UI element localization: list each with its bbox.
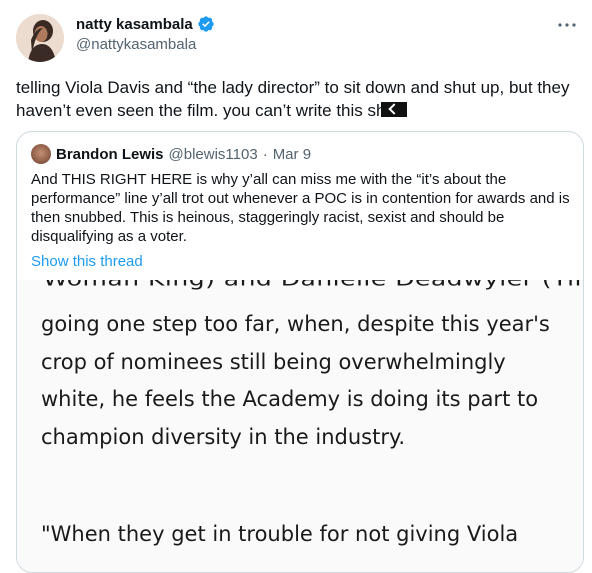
quoted-tweet[interactable]: Brandon Lewis @blewis1103 · Mar 9 And TH… [16, 131, 584, 573]
tweet: natty kasambala @nattykasambala telling … [0, 0, 592, 573]
quoted-tweet-image[interactable]: Woman King) and Danielle Deadwyler (Till… [17, 280, 583, 572]
quoted-tweet-date[interactable]: Mar 9 [273, 146, 311, 163]
author-handle[interactable]: @nattykasambala [76, 36, 215, 53]
author-info: natty kasambala @nattykasambala [76, 13, 215, 53]
author-name[interactable]: natty kasambala [76, 16, 193, 33]
image-article-quote: "When they get in trouble for not giving… [41, 522, 519, 546]
quoted-tweet-text: And THIS RIGHT HERE is why y’all can mis… [31, 171, 570, 245]
image-cut-text-line: Woman King) and Danielle Deadwyler (Till… [43, 280, 583, 290]
tweet-text: telling Viola Davis and “the lady direct… [16, 76, 576, 122]
show-thread-link[interactable]: Show this thread [31, 253, 143, 270]
quoted-author-handle[interactable]: @blewis1103 [169, 146, 258, 163]
quoted-tweet-header: Brandon Lewis @blewis1103 · Mar 9 [31, 144, 311, 164]
quoted-separator: · [262, 145, 268, 163]
quoted-author-name[interactable]: Brandon Lewis [56, 146, 164, 163]
quoted-author-avatar[interactable] [31, 144, 51, 164]
tweet-text-content: telling Viola Davis and “the lady direct… [16, 78, 570, 120]
verified-badge-icon [197, 15, 215, 33]
author-avatar[interactable] [16, 14, 64, 62]
image-article-text: going one step too far, when, despite th… [41, 312, 550, 449]
censor-bar [381, 102, 408, 117]
more-options-icon[interactable] [556, 14, 578, 36]
